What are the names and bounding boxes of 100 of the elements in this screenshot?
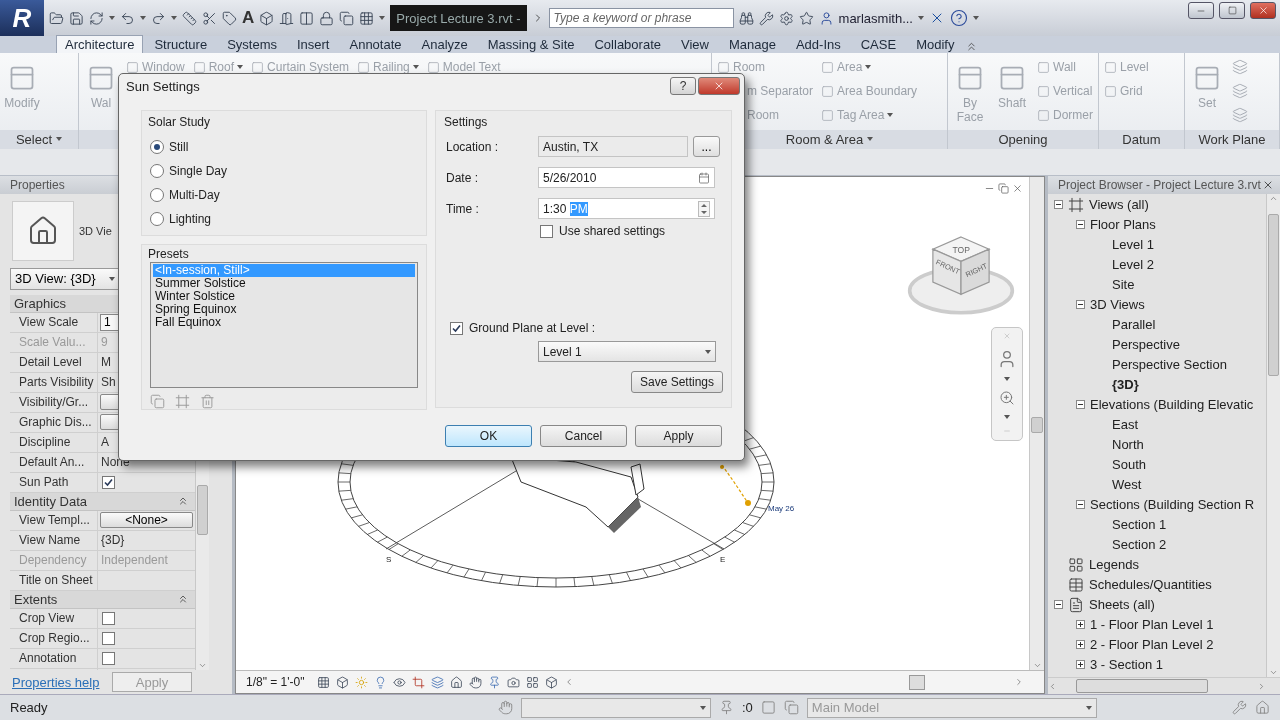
tree-item[interactable]: Sheets (all)	[1089, 597, 1155, 613]
scrollbar[interactable]	[1048, 677, 1280, 695]
folder-icon[interactable]	[49, 10, 64, 26]
minimize-button[interactable]	[1188, 2, 1214, 19]
spinner-icon[interactable]	[698, 200, 710, 217]
tree-item[interactable]: South	[1112, 457, 1146, 473]
tree-item[interactable]: 2 - Floor Plan Level 2	[1090, 637, 1214, 653]
dialog-button[interactable]: OK	[445, 425, 532, 447]
radio-option[interactable]: Still	[150, 135, 418, 159]
list-item[interactable]: Spring Equinox	[153, 303, 415, 316]
help-icon[interactable]	[949, 9, 968, 27]
scrollbar[interactable]	[1266, 193, 1280, 678]
type-selector[interactable]: 3D View: {3D}	[10, 267, 120, 290]
eye-icon[interactable]	[392, 675, 406, 689]
gear-icon[interactable]	[778, 10, 794, 26]
tree-item[interactable]: Schedules/Quantities	[1089, 577, 1212, 593]
checkbox-option[interactable]: Ground Plane at Level :	[446, 319, 723, 337]
layers-icon[interactable]	[430, 675, 444, 689]
view-cube-drawing[interactable]	[907, 235, 1015, 315]
tree-item[interactable]: Section 2	[1112, 537, 1167, 553]
scale-label[interactable]: 1/8" = 1'-0"	[246, 675, 305, 690]
property-checkbox[interactable]	[102, 651, 115, 665]
tree-item[interactable]: Elevations (Building Elevatic	[1090, 397, 1254, 413]
star-icon[interactable]	[798, 10, 814, 26]
tree-item[interactable]: 3D Views	[1090, 297, 1145, 313]
collapse-icon[interactable]	[1076, 500, 1085, 510]
camera-icon[interactable]	[506, 675, 520, 689]
dialog-button[interactable]: Apply	[635, 425, 722, 447]
expand-icon[interactable]	[1076, 660, 1085, 670]
binoculars-icon[interactable]	[738, 10, 754, 26]
checkbox[interactable]	[540, 224, 553, 238]
tree-item[interactable]: Parallel	[1112, 317, 1156, 333]
scroll-thumb[interactable]	[1031, 416, 1043, 433]
property-checkbox[interactable]	[102, 631, 115, 645]
box-icon[interactable]	[544, 675, 558, 689]
list-item[interactable]: Winter Solstice	[153, 290, 415, 303]
tree-item[interactable]: Level 1	[1112, 237, 1154, 253]
lock-icon[interactable]	[319, 10, 335, 26]
user-name[interactable]: marlasmith...	[838, 10, 913, 26]
restore-icon[interactable]	[998, 182, 1009, 194]
level-select[interactable]: Level 1	[538, 341, 716, 362]
copy-icon[interactable]	[339, 10, 355, 26]
hand-icon[interactable]	[498, 700, 513, 716]
tree-item[interactable]: Site	[1112, 277, 1135, 293]
hand-icon[interactable]	[468, 675, 482, 689]
scrollbar[interactable]	[1029, 176, 1044, 671]
house-icon[interactable]	[1255, 700, 1270, 716]
columns-icon[interactable]	[299, 10, 315, 26]
scroll-thumb[interactable]	[908, 674, 925, 690]
zoom-icon[interactable]	[999, 389, 1015, 406]
collapse-icon[interactable]	[1076, 400, 1085, 410]
tree-item[interactable]: Legends	[1089, 557, 1139, 573]
tree-item[interactable]: West	[1112, 477, 1142, 493]
grid-icon[interactable]	[359, 10, 375, 26]
dialog-button[interactable]: Cancel	[540, 425, 627, 447]
property-button[interactable]: <None>	[100, 511, 193, 528]
close-icon[interactable]	[1012, 182, 1023, 194]
calendar-icon[interactable]	[698, 171, 710, 184]
app-logo[interactable]: R	[0, 0, 44, 36]
save-icon[interactable]	[69, 10, 84, 26]
scroll-thumb[interactable]	[1076, 679, 1208, 694]
search-field[interactable]: Type a keyword or phrase	[548, 8, 734, 28]
collapse-icon[interactable]	[1054, 600, 1063, 610]
restore-button[interactable]	[1219, 2, 1245, 19]
tree-item[interactable]: East	[1112, 417, 1138, 433]
help-button[interactable]: ?	[670, 77, 696, 95]
browse-button[interactable]: ...	[693, 136, 720, 157]
sheet-icon[interactable]	[1068, 596, 1084, 613]
sync-icon[interactable]	[89, 10, 104, 26]
workset-field[interactable]	[521, 697, 711, 718]
close-button[interactable]	[698, 77, 740, 95]
legend-icon[interactable]	[1068, 556, 1084, 573]
checkbox-option[interactable]: Use shared settings	[536, 222, 723, 240]
close-button[interactable]	[1250, 2, 1276, 19]
property-checkbox[interactable]	[102, 475, 115, 489]
undo-icon[interactable]	[120, 10, 135, 26]
crop-icon[interactable]	[411, 675, 425, 689]
house-icon[interactable]	[449, 675, 463, 689]
collapse-icon[interactable]	[1076, 220, 1085, 230]
tree-item[interactable]: North	[1112, 437, 1144, 453]
radio-option[interactable]: Lighting	[150, 207, 418, 231]
pin-icon[interactable]	[487, 675, 501, 689]
tree-item[interactable]: 3 - Section 1	[1090, 657, 1163, 673]
list-item[interactable]: Summer Solstice	[153, 277, 415, 290]
grid-icon[interactable]	[525, 675, 539, 689]
collapse-icon[interactable]	[1076, 300, 1085, 310]
tree-item[interactable]: Floor Plans	[1090, 217, 1156, 233]
redo-icon[interactable]	[151, 10, 166, 26]
date-field[interactable]: 5/26/2010	[538, 167, 715, 188]
box-icon[interactable]	[259, 10, 275, 26]
expand-icon[interactable]	[1076, 640, 1085, 650]
door-icon[interactable]	[279, 10, 295, 26]
tree-item[interactable]: Perspective	[1112, 337, 1180, 353]
list-item[interactable]: Fall Equinox	[153, 316, 415, 329]
scroll-thumb[interactable]	[1268, 213, 1279, 376]
time-field[interactable]: 1:30 PM	[538, 198, 715, 219]
expand-icon[interactable]	[1076, 620, 1085, 630]
user-icon[interactable]	[818, 10, 834, 26]
preset-list[interactable]: <In-session, Still> Summer Solstice Winter Solstice Spring Equinox Fall Equinox	[150, 262, 418, 388]
collapse-icon[interactable]	[1054, 200, 1063, 210]
